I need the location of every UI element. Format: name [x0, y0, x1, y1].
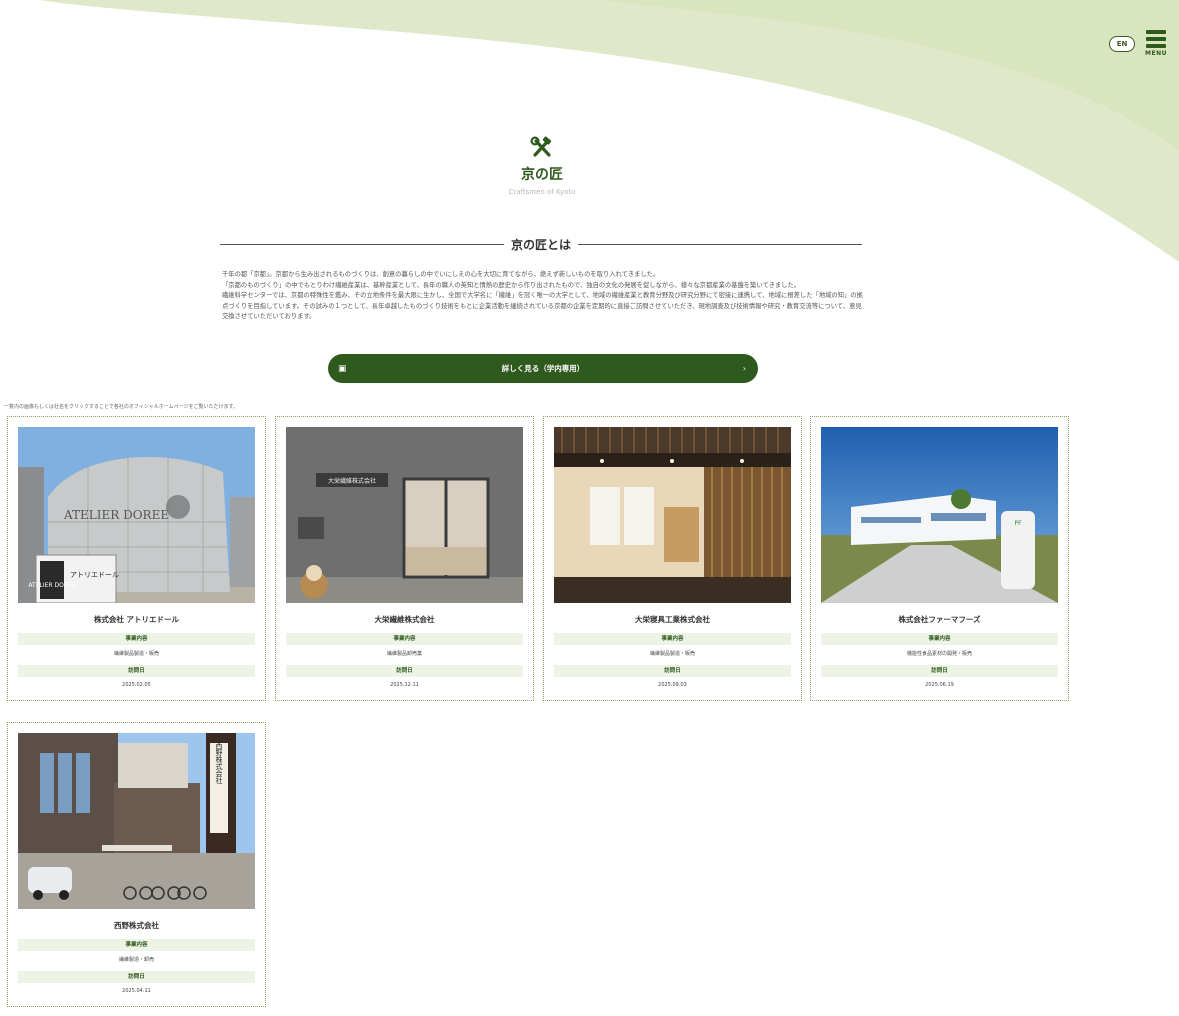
- visit-date-label: 訪問日: [821, 665, 1058, 677]
- business-label: 事業内容: [286, 633, 523, 645]
- visit-date-label: 訪問日: [18, 971, 255, 983]
- page-subtitle: Craftsmen of Kyoto: [508, 188, 576, 196]
- company-photo[interactable]: 大栄繊維株式会社: [286, 427, 523, 603]
- facade-lettering: ATELIER DOREE: [63, 508, 169, 522]
- business-value: 機能性食品素材の開発・販売: [906, 651, 972, 657]
- company-card: PF 株式会社ファーマフーズ 事業内容 機能性食品素材の開発・販売 訪問日 20…: [810, 416, 1069, 701]
- company-photo[interactable]: [554, 427, 791, 603]
- business-label: 事業内容: [18, 633, 255, 645]
- about-text: 千年の都「京都」。京都から生み出されるものづくりは、創意の暮らしの中でいにしえの…: [222, 270, 864, 323]
- visit-date-label: 訪問日: [554, 665, 791, 677]
- header-controls: EN MENU: [1109, 30, 1167, 57]
- page-title: 京の匠: [521, 167, 563, 183]
- business-value: 繊維製品製造・販売: [113, 651, 159, 657]
- menu-label: MENU: [1145, 50, 1167, 57]
- business-label: 事業内容: [18, 939, 255, 951]
- company-card: 大栄繊維株式会社 大栄繊維株式会社 事業内容 繊維製品卸売業 訪問日 2025.…: [275, 416, 534, 701]
- company-photo[interactable]: 西野株式会社: [18, 733, 255, 909]
- detail-button[interactable]: ▣ 詳しく見る（学内専用） ›: [328, 354, 758, 383]
- company-card: ATELIER DOREE アトリエドール ATELIER DOREE 株式会社…: [7, 416, 266, 701]
- business-label: 事業内容: [821, 633, 1058, 645]
- company-name[interactable]: 大栄寝具工業株式会社: [554, 614, 791, 625]
- svg-text:アトリエドール: アトリエドール: [70, 571, 119, 579]
- language-toggle-button[interactable]: EN: [1109, 35, 1136, 52]
- visit-date-label: 訪問日: [18, 665, 255, 677]
- heading-rule-left: [220, 243, 504, 245]
- company-card: 西野株式会社 西野株式会社 事業内容 繊維製造・卸売 訪問日 2025.04.1…: [7, 722, 266, 1007]
- building-sign-text: 西野株式会社: [215, 742, 223, 785]
- visit-date-value: 2025.06.19: [925, 682, 954, 688]
- business-value: 繊維製品卸売業: [386, 651, 422, 657]
- business-label: 事業内容: [554, 633, 791, 645]
- building-sign-text: ATELIER DOREE: [28, 582, 75, 589]
- company-card: 大栄寝具工業株式会社 事業内容 繊維製品製造・販売 訪問日 2025.09.03: [543, 416, 802, 701]
- hero: 京の匠 Craftsmen of Kyoto: [0, 136, 1084, 196]
- visit-date-label: 訪問日: [286, 665, 523, 677]
- about-paragraph: 千年の都「京都」。京都から生み出されるものづくりは、創意の暮らしの中でいにしえの…: [222, 271, 660, 278]
- chevron-right-icon: ›: [742, 364, 746, 373]
- business-value: 繊維製品製造・販売: [649, 651, 695, 657]
- menu-button[interactable]: MENU: [1145, 30, 1167, 57]
- detail-button-label: 詳しく見る（学内専用）: [501, 364, 585, 373]
- company-name[interactable]: 株式会社ファーマフーズ: [821, 614, 1058, 625]
- visit-date-value: 2025.09.03: [658, 682, 687, 688]
- about-paragraph: 「京都のものづくり」の中でもとりわけ繊維産業は、基幹産業として、長年の職人の英知…: [222, 281, 801, 289]
- visit-date-value: 2025.02.05: [122, 682, 151, 688]
- section-heading-label: 京の匠とは: [511, 237, 572, 252]
- about-paragraph: 繊維科学センターでは、京都の特殊性を鑑み、その立地条件を最大限に生かし、全国で大…: [222, 292, 863, 320]
- hammer-wrench-icon: [530, 136, 554, 160]
- document-icon: ▣: [338, 363, 347, 374]
- company-name[interactable]: 大栄繊維株式会社: [286, 614, 523, 625]
- list-note: 一覧内の画像もしくは社名をクリックすることで各社のオフィシャルホームページをご覧…: [4, 404, 239, 410]
- heading-rule-right: [578, 243, 863, 245]
- company-photo[interactable]: ATELIER DOREE アトリエドール ATELIER DOREE: [18, 427, 255, 603]
- visit-date-value: 2025.04.11: [122, 988, 151, 994]
- business-value: 繊維製造・卸売: [118, 957, 154, 963]
- hamburger-icon: [1146, 30, 1167, 51]
- company-photo[interactable]: PF: [821, 427, 1058, 603]
- building-sign-text: 大栄繊維株式会社: [328, 477, 376, 485]
- company-name[interactable]: 株式会社 アトリエドール: [18, 614, 255, 625]
- section-heading: 京の匠とは: [220, 235, 863, 253]
- svg-text:PF: PF: [1014, 520, 1022, 527]
- visit-date-value: 2025.12.11: [390, 682, 419, 688]
- company-name[interactable]: 西野株式会社: [18, 920, 255, 931]
